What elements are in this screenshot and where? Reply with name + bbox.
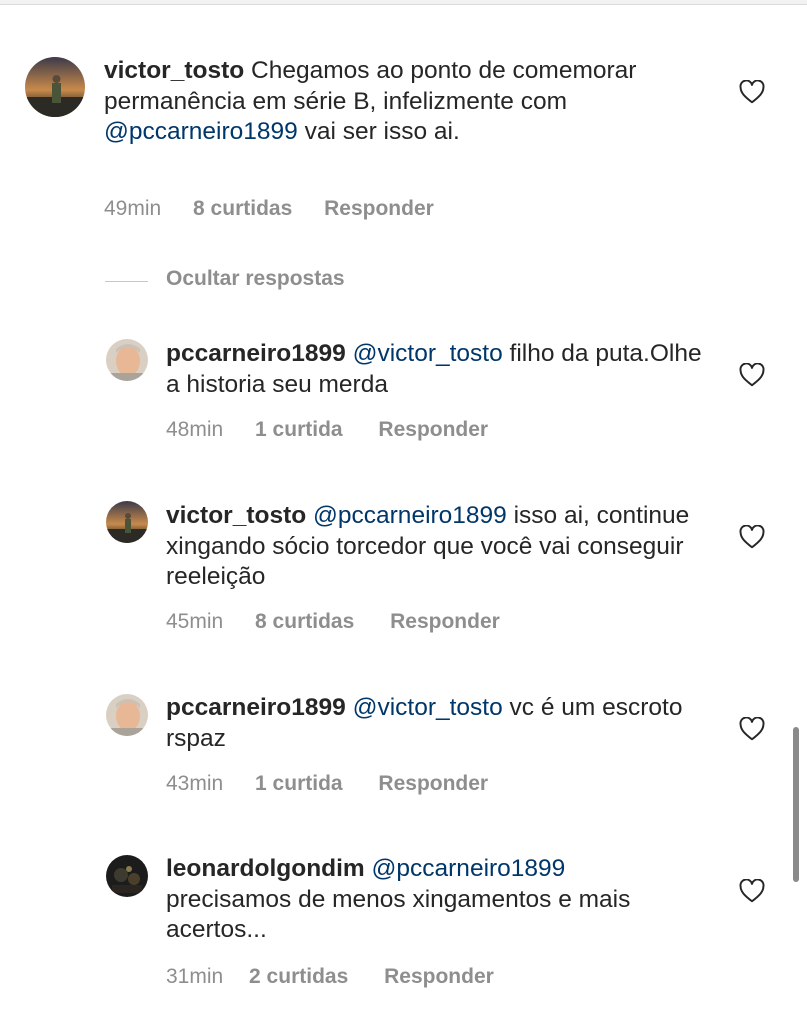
reply-username[interactable]: pccarneiro1899 xyxy=(166,340,346,367)
reply-mention[interactable]: @victor_tosto xyxy=(353,694,503,721)
avatar[interactable] xyxy=(106,855,148,897)
heart-outline-icon[interactable] xyxy=(739,80,765,104)
heart-outline-icon[interactable] xyxy=(739,879,765,903)
person-face-avatar-image xyxy=(106,694,148,736)
avatar[interactable] xyxy=(106,501,148,543)
reply-time[interactable]: 43min xyxy=(166,772,223,796)
heart-outline-icon[interactable] xyxy=(739,717,765,741)
comment-mention[interactable]: @pccarneiro1899 xyxy=(104,118,298,145)
sunset-landscape-avatar-image xyxy=(25,57,85,117)
person-face-avatar-image xyxy=(106,339,148,381)
reply-message: precisamos de menos xingamentos e mais a… xyxy=(166,885,631,944)
reply-likes[interactable]: 1 curtida xyxy=(255,418,343,442)
comment-username[interactable]: victor_tosto xyxy=(104,57,244,84)
reply-time[interactable]: 45min xyxy=(166,610,223,634)
reply-button[interactable]: Responder xyxy=(390,610,500,634)
reply-mention[interactable]: @pccarneiro1899 xyxy=(372,855,566,882)
avatar[interactable] xyxy=(106,694,148,736)
sunset-landscape-avatar-image xyxy=(106,501,148,543)
reply-username[interactable]: pccarneiro1899 xyxy=(166,694,346,721)
reply-likes[interactable]: 2 curtidas xyxy=(249,965,348,989)
heart-outline-icon[interactable] xyxy=(739,363,765,387)
scrollbar[interactable] xyxy=(793,727,799,882)
reply-mention[interactable]: @pccarneiro1899 xyxy=(313,502,507,529)
avatar[interactable] xyxy=(25,57,85,117)
reply-text: pccarneiro1899 @victor_tosto filho da pu… xyxy=(166,339,706,400)
reply-meta: 43min 1 curtida Responder xyxy=(166,772,488,796)
reply-meta: 45min 8 curtidas Responder xyxy=(166,610,500,634)
comment-meta: 49min 8 curtidas Responder xyxy=(104,197,434,221)
reply-username[interactable]: leonardolgondim xyxy=(166,855,365,882)
reply-meta: 48min 1 curtida Responder xyxy=(166,418,488,442)
reply-button[interactable]: Responder xyxy=(384,965,494,989)
hide-replies-label[interactable]: Ocultar respostas xyxy=(166,267,345,291)
dark-photo-avatar-image xyxy=(106,855,148,897)
reply-meta: 31min 2 curtidas Responder xyxy=(166,965,494,989)
comment-text: victor_tosto Chegamos ao ponto de comemo… xyxy=(104,56,724,148)
comment-text-after: vai ser isso ai. xyxy=(297,118,460,145)
reply-text: pccarneiro1899 @victor_tosto vc é um esc… xyxy=(166,693,706,754)
reply-likes[interactable]: 1 curtida xyxy=(255,772,343,796)
comment-likes[interactable]: 8 curtidas xyxy=(193,197,292,221)
reply-username[interactable]: victor_tosto xyxy=(166,502,306,529)
reply-button[interactable]: Responder xyxy=(324,197,434,221)
reply-mention[interactable]: @victor_tosto xyxy=(353,340,503,367)
comment-time[interactable]: 49min xyxy=(104,197,161,221)
reply-text: victor_tosto @pccarneiro1899 isso ai, co… xyxy=(166,501,706,593)
reply-time[interactable]: 48min xyxy=(166,418,223,442)
heart-outline-icon[interactable] xyxy=(739,525,765,549)
reply-button[interactable]: Responder xyxy=(378,772,488,796)
reply-time[interactable]: 31min xyxy=(166,965,223,989)
avatar[interactable] xyxy=(106,339,148,381)
top-divider xyxy=(0,0,807,5)
reply-text: leonardolgondim @pccarneiro1899 precisam… xyxy=(166,854,666,946)
hide-replies-line xyxy=(105,281,148,282)
reply-button[interactable]: Responder xyxy=(378,418,488,442)
reply-likes[interactable]: 8 curtidas xyxy=(255,610,354,634)
